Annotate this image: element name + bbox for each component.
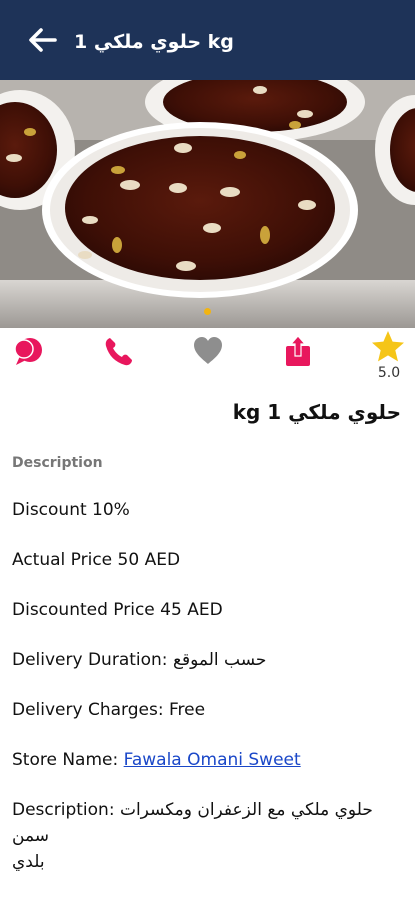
product-photo [0,80,415,328]
store-name-label: Store Name: [12,750,124,770]
app-bar: حلوي ملكي 1 kg [0,0,415,80]
description-text: Description: حلوي ملكي مع الزعفران ومكسر… [12,797,402,875]
heart-icon[interactable] [191,334,225,368]
back-arrow-icon[interactable] [26,24,58,56]
actual-price-text: Actual Price 50 AED [12,550,181,570]
app-bar-title: حلوي ملكي 1 kg [74,31,234,53]
store-name-link[interactable]: Fawala Omani Sweet [124,750,301,770]
product-image-carousel[interactable] [0,80,415,328]
share-icon[interactable] [281,334,315,368]
star-icon[interactable] [371,330,405,364]
description-section-label: Description [12,455,103,471]
description-line-2: بلدي [12,852,45,872]
delivery-duration-text: Delivery Duration: حسب الموقع [12,650,267,670]
rating-value: 5.0 [377,365,401,381]
discounted-price-text: Discounted Price 45 AED [12,600,223,620]
product-title: حلوي ملكي 1 kg [232,400,401,424]
description-line-1: Description: حلوي ملكي مع الزعفران ومكسر… [12,800,373,846]
phone-icon[interactable] [102,334,136,368]
delivery-charges-text: Delivery Charges: Free [12,700,206,720]
carousel-indicator-dot[interactable] [204,308,211,315]
store-name-row: Store Name: Fawala Omani Sweet [12,750,301,770]
chat-bubble-icon[interactable] [12,334,46,368]
discount-text: Discount 10% [12,500,130,520]
action-bar [0,328,415,388]
